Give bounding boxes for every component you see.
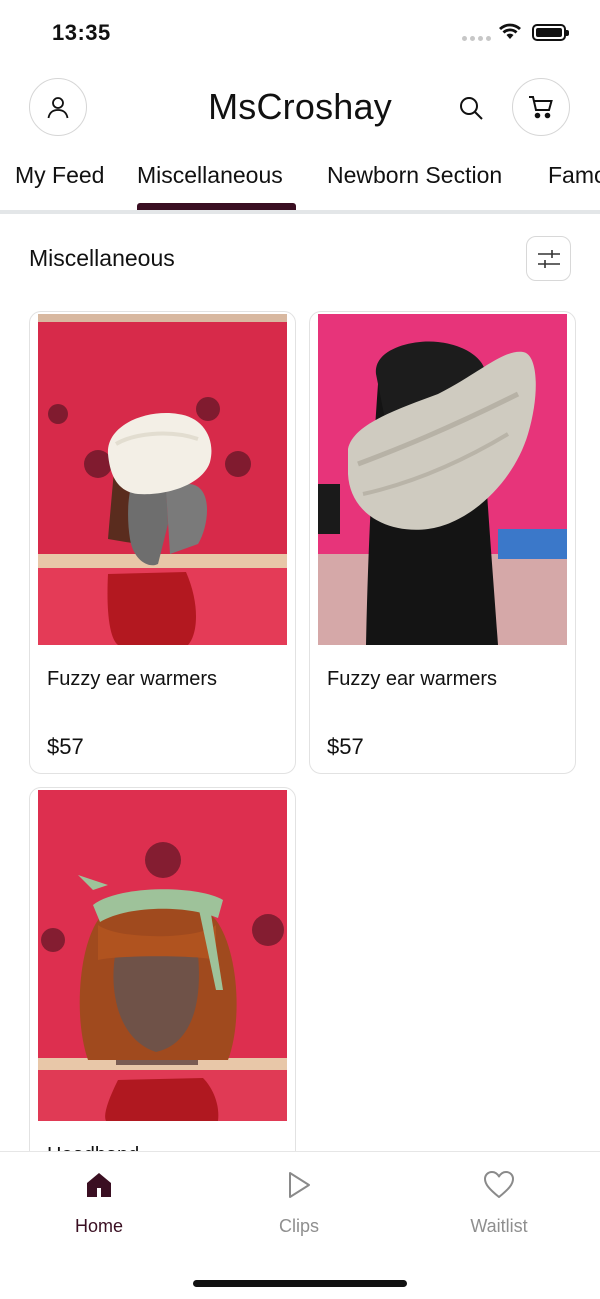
- product-name: Fuzzy ear warmers: [327, 668, 498, 690]
- nav-home-label: Home: [74, 1216, 123, 1236]
- product-grid: Fuzzy ear warmers $57 Fuzzy ear warmers …: [0, 310, 600, 1153]
- search-icon: [460, 97, 483, 120]
- product-price: $57: [327, 734, 364, 759]
- battery-icon: [532, 24, 569, 41]
- signal-icon: [462, 36, 491, 41]
- status-bar: 13:35: [0, 0, 600, 66]
- product-card[interactable]: Headband: [29, 787, 296, 1153]
- product-image: [318, 314, 567, 645]
- category-tabs: My Feed Miscellaneous Newborn Section Fa…: [0, 158, 600, 214]
- product-card[interactable]: Fuzzy ear warmers $57: [309, 311, 576, 774]
- nav-clips-label: Clips: [278, 1216, 319, 1236]
- product-card[interactable]: Fuzzy ear warmers $57: [29, 311, 296, 774]
- tab-newborn-section[interactable]: Newborn Section: [327, 162, 502, 189]
- product-image: [38, 790, 287, 1121]
- app-header: MsCroshay: [0, 78, 600, 138]
- active-tab-indicator: [137, 203, 296, 210]
- home-icon: [87, 1173, 111, 1197]
- bottom-nav: Home Clips Waitlist: [0, 1151, 600, 1299]
- section-title: Miscellaneous: [29, 245, 175, 271]
- tab-miscellaneous[interactable]: Miscellaneous: [137, 162, 283, 189]
- nav-clips[interactable]: Clips: [239, 1166, 359, 1237]
- cart-button[interactable]: [512, 78, 570, 136]
- nav-home[interactable]: Home: [39, 1166, 159, 1237]
- sliders-icon: [537, 249, 560, 268]
- cart-icon: [529, 96, 553, 119]
- product-name: Fuzzy ear warmers: [47, 668, 218, 690]
- app-title: MsCroshay: [208, 86, 392, 127]
- product-image: [38, 314, 287, 645]
- play-icon: [289, 1172, 310, 1198]
- filter-button[interactable]: [526, 236, 571, 281]
- nav-waitlist[interactable]: Waitlist: [439, 1166, 559, 1237]
- product-price: $57: [47, 734, 84, 759]
- status-time: 13:35: [52, 20, 111, 45]
- tab-famo[interactable]: Famo: [548, 162, 600, 189]
- tab-my-feed[interactable]: My Feed: [15, 162, 104, 189]
- search-button[interactable]: [455, 92, 487, 124]
- wifi-icon: [499, 23, 521, 39]
- nav-waitlist-label: Waitlist: [470, 1216, 528, 1236]
- home-indicator: [193, 1280, 407, 1287]
- heart-icon: [484, 1171, 514, 1198]
